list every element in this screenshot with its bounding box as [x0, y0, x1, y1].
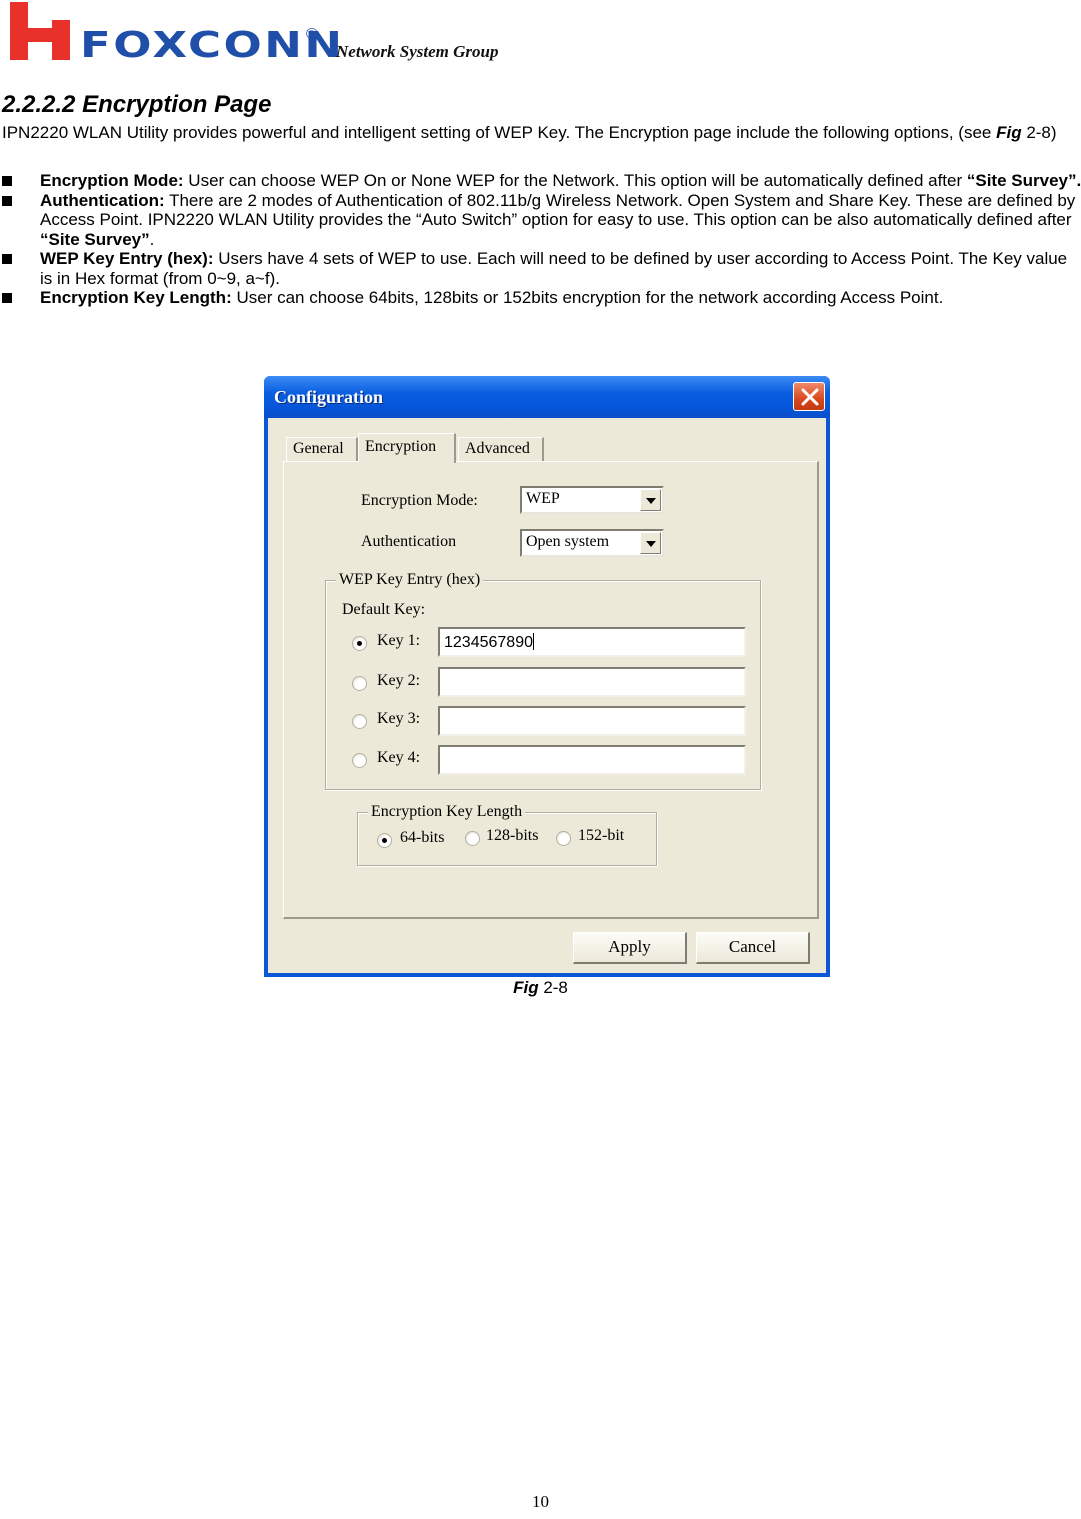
152-bit-radio[interactable]	[556, 831, 571, 846]
tab-encryption[interactable]: Encryption	[358, 433, 456, 463]
64-bits-label: 64-bits	[400, 829, 445, 846]
section-heading: 2.2.2.2 Encryption Page	[2, 91, 272, 118]
encryption-mode-select[interactable]: WEP	[520, 486, 664, 514]
bullet-tail: .	[149, 229, 155, 249]
key-1-input[interactable]: 1234567890	[438, 627, 746, 657]
bullet-text: There are 2 modes of Authentication of 8…	[40, 190, 1076, 230]
key-1-radio[interactable]	[352, 636, 367, 651]
foxconn-logo-mark-icon	[10, 2, 72, 62]
key-1-label: Key 1:	[377, 632, 421, 649]
chevron-down-icon[interactable]	[640, 532, 661, 554]
chevron-down-icon[interactable]	[640, 489, 661, 511]
intro-fig-num: 2-8)	[1021, 123, 1057, 142]
bullet-term: WEP Key Entry (hex):	[40, 249, 214, 268]
authentication-label: Authentication	[361, 533, 457, 550]
wep-key-entry-group: WEP Key Entry (hex) Default Key: Key 1: …	[325, 570, 761, 790]
registered-mark: ®	[306, 26, 318, 43]
bullet-square-icon	[2, 195, 12, 206]
wep-key-entry-legend: WEP Key Entry (hex)	[336, 570, 484, 590]
bullet-text: User can choose WEP On or None WEP for t…	[183, 171, 967, 190]
encryption-key-length-group: Encryption Key Length 64-bits 128-bits 1…	[357, 802, 657, 866]
close-icon	[801, 388, 819, 406]
brand-tagline: Network System Group	[336, 42, 499, 61]
dialog-titlebar[interactable]: Configuration	[264, 376, 830, 418]
configuration-dialog: Configuration General Encryption Advance…	[264, 376, 830, 977]
64-bits-radio[interactable]	[377, 833, 392, 848]
figure-caption: Fig 2-8	[0, 978, 1081, 998]
dialog-title: Configuration	[274, 387, 384, 407]
list-item: Authentication: There are 2 modes of Aut…	[2, 191, 1081, 250]
128-bits-label: 128-bits	[486, 827, 539, 844]
bullet-term: Encryption Key Length:	[40, 288, 232, 307]
encryption-mode-label: Encryption Mode:	[361, 492, 478, 509]
intro-paragraph: IPN2220 WLAN Utility provides powerful a…	[2, 123, 1081, 143]
key-3-label: Key 3:	[377, 710, 421, 727]
authentication-select[interactable]: Open system	[520, 529, 664, 557]
cancel-button[interactable]: Cancel	[696, 932, 810, 964]
key-1-value: 1234567890	[444, 634, 533, 651]
bullet-square-icon	[2, 176, 12, 186]
key-length-legend: Encryption Key Length	[368, 802, 526, 822]
key-4-radio[interactable]	[352, 753, 367, 768]
152-bit-label: 152-bit	[578, 827, 625, 844]
encryption-tab-panel: Encryption Mode: WEP Authentication Open…	[283, 461, 819, 919]
foxconn-logo: FOXCONN ® Network System Group	[10, 2, 530, 66]
128-bits-radio[interactable]	[465, 831, 480, 846]
key-4-label: Key 4:	[377, 749, 421, 766]
key-2-label: Key 2:	[377, 672, 421, 689]
text-caret	[532, 633, 534, 650]
key-3-radio[interactable]	[352, 714, 367, 729]
intro-text: IPN2220 WLAN Utility provides powerful a…	[2, 123, 997, 142]
bullet-emphasis: “Site Survey”.	[966, 171, 1081, 190]
bullet-square-icon	[2, 293, 12, 303]
key-3-input[interactable]	[438, 706, 746, 736]
bullet-term: Encryption Mode:	[40, 171, 184, 190]
bullet-emphasis: “Site Survey”	[40, 229, 150, 249]
caption-fig-word: Fig	[513, 978, 539, 997]
caption-fig-num: 2-8	[538, 978, 568, 997]
key-4-input[interactable]	[438, 745, 746, 775]
dialog-client-area: General Encryption Advanced Encryption M…	[268, 418, 826, 973]
list-item: Encryption Key Length: User can choose 6…	[2, 288, 1081, 308]
option-list: Encryption Mode: User can choose WEP On …	[2, 171, 1081, 308]
page-number: 10	[532, 1492, 549, 1511]
brand-name: FOXCONN	[80, 25, 345, 66]
intro-fig-word: Fig	[996, 123, 1022, 142]
encryption-mode-value: WEP	[526, 490, 560, 507]
tab-advanced[interactable]: Advanced	[458, 437, 544, 461]
key-2-input[interactable]	[438, 667, 746, 697]
tab-general[interactable]: General	[286, 437, 358, 461]
list-item: WEP Key Entry (hex): Users have 4 sets o…	[2, 249, 1081, 288]
bullet-text: User can choose 64bits, 128bits or 152bi…	[231, 288, 944, 307]
close-button[interactable]	[793, 382, 825, 411]
list-item: Encryption Mode: User can choose WEP On …	[2, 171, 1081, 191]
default-key-label: Default Key:	[342, 601, 426, 618]
bullet-square-icon	[2, 254, 12, 264]
authentication-value: Open system	[526, 533, 610, 550]
bullet-term: Authentication:	[40, 190, 165, 210]
apply-button[interactable]: Apply	[573, 932, 687, 964]
key-2-radio[interactable]	[352, 676, 367, 691]
